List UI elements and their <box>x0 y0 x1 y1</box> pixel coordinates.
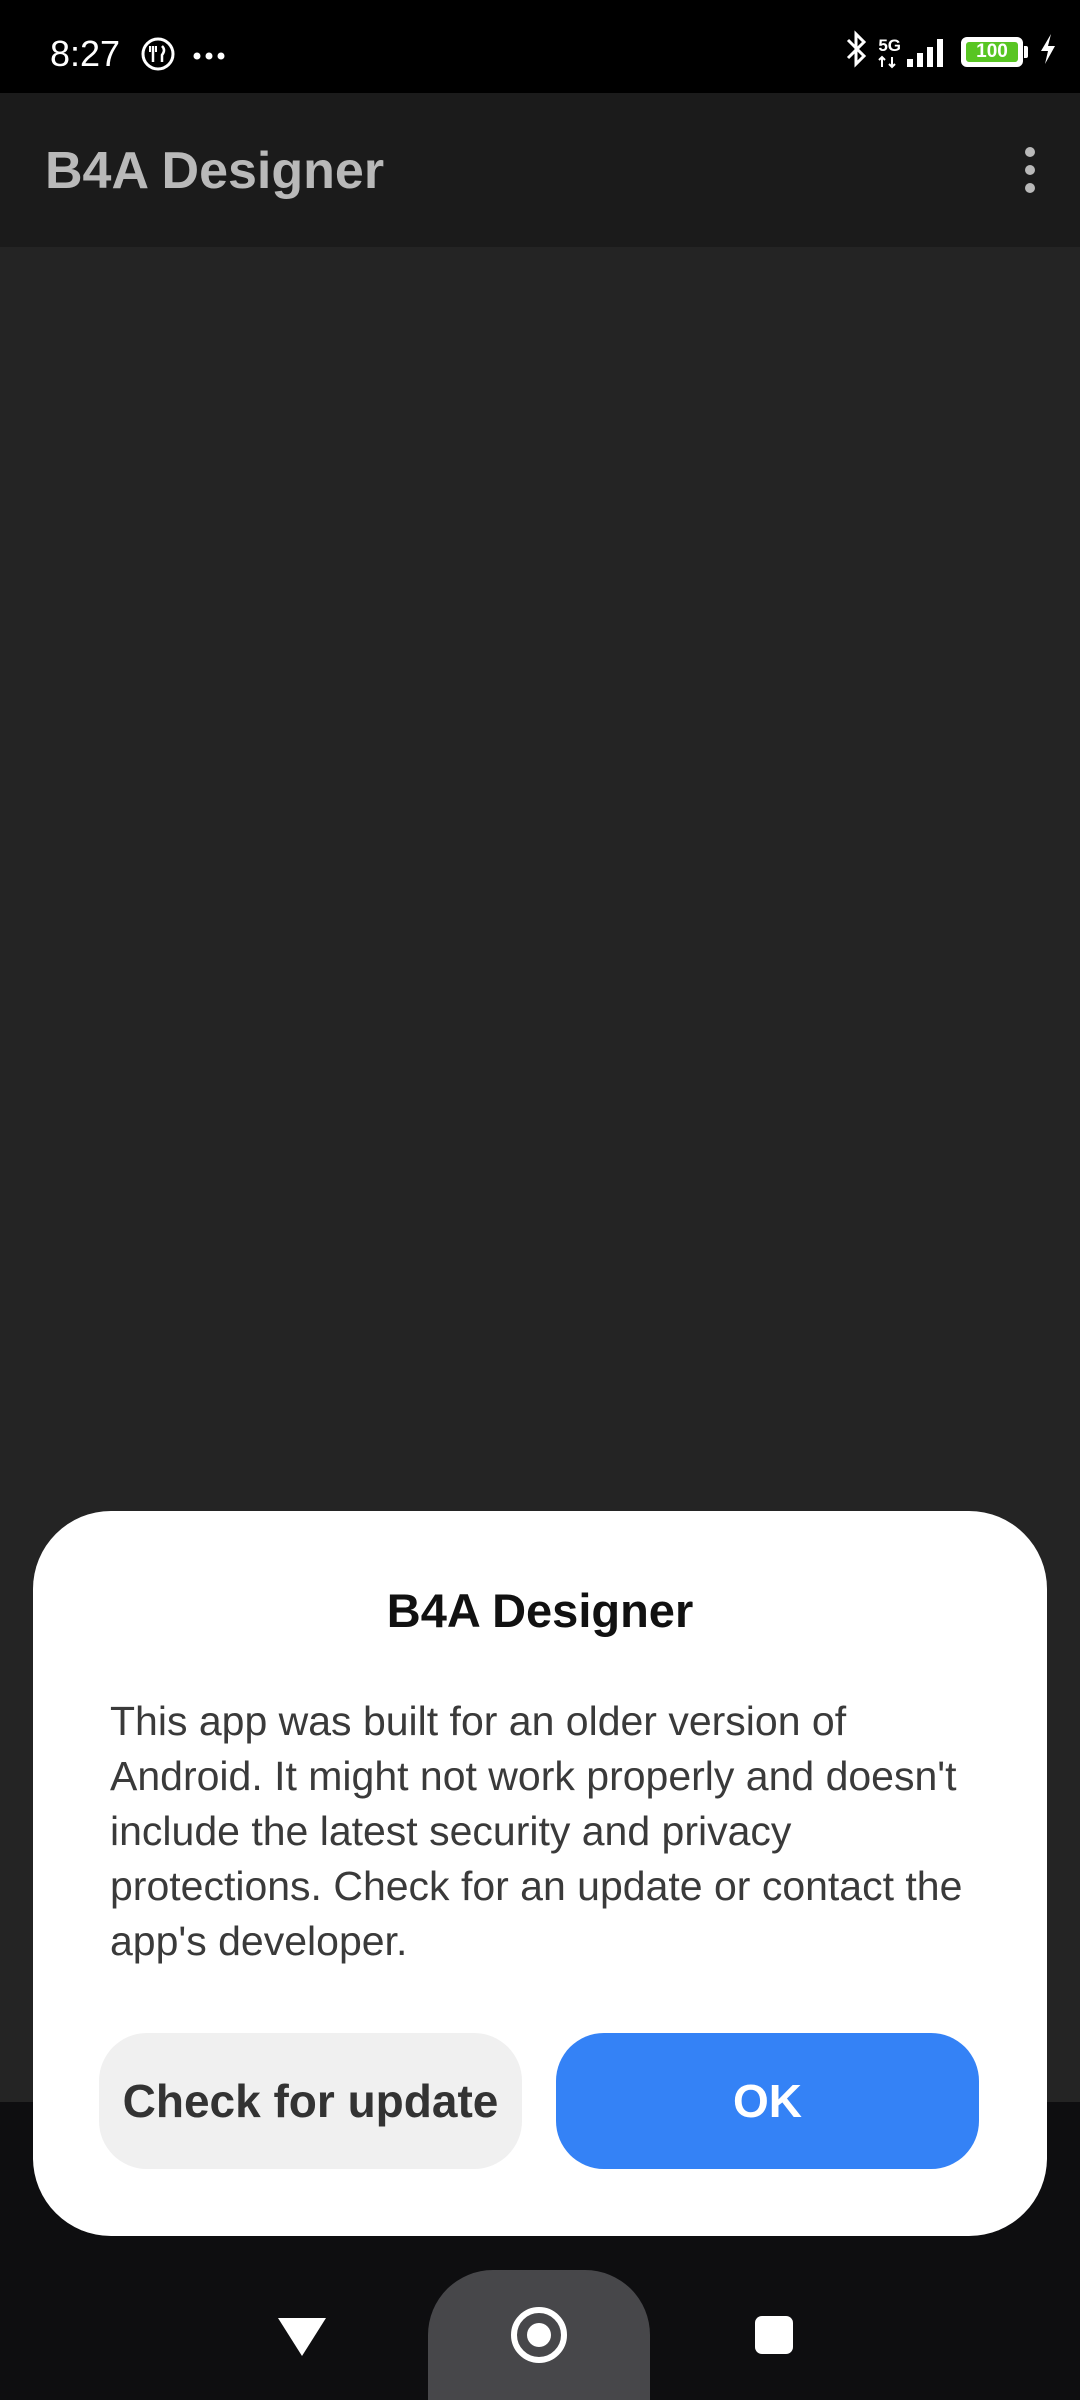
signal-icon: 5G <box>878 35 951 69</box>
status-left-icons <box>140 36 226 77</box>
compatibility-dialog: B4A Designer This app was built for an o… <box>33 1511 1047 2236</box>
network-type: 5G <box>878 35 901 55</box>
home-circle-icon[interactable] <box>428 2270 650 2400</box>
app-title: B4A Designer <box>45 142 385 200</box>
ok-button[interactable]: OK <box>556 2033 979 2169</box>
overflow-menu-icon[interactable] <box>1000 138 1060 202</box>
status-right-icons: 5G 100 <box>844 30 1058 73</box>
bluetooth-icon <box>844 30 868 73</box>
recents-square-icon[interactable] <box>755 2316 793 2354</box>
status-bar: 8:27 5G 100 <box>0 0 1080 93</box>
battery-level: 100 <box>976 40 1008 62</box>
check-for-update-button[interactable]: Check for update <box>99 2033 522 2169</box>
home-dot <box>527 2323 551 2347</box>
more-notifications-icon <box>192 48 226 66</box>
screen: 8:27 5G 100 B4A Designer B4A Designer Th… <box>0 0 1080 2400</box>
dialog-message: This app was built for an older version … <box>110 1698 963 1964</box>
fork-knife-icon <box>140 36 176 77</box>
status-time: 8:27 <box>50 33 121 74</box>
app-bar: B4A Designer <box>0 93 1080 247</box>
charging-icon <box>1038 32 1058 71</box>
back-triangle-icon[interactable] <box>278 2318 326 2356</box>
battery-icon: 100 <box>961 36 1028 67</box>
battery-cap <box>1024 45 1028 58</box>
dialog-title: B4A Designer <box>386 1584 694 1637</box>
battery: 100 <box>961 36 1023 67</box>
navigation-bar <box>0 2270 1080 2400</box>
